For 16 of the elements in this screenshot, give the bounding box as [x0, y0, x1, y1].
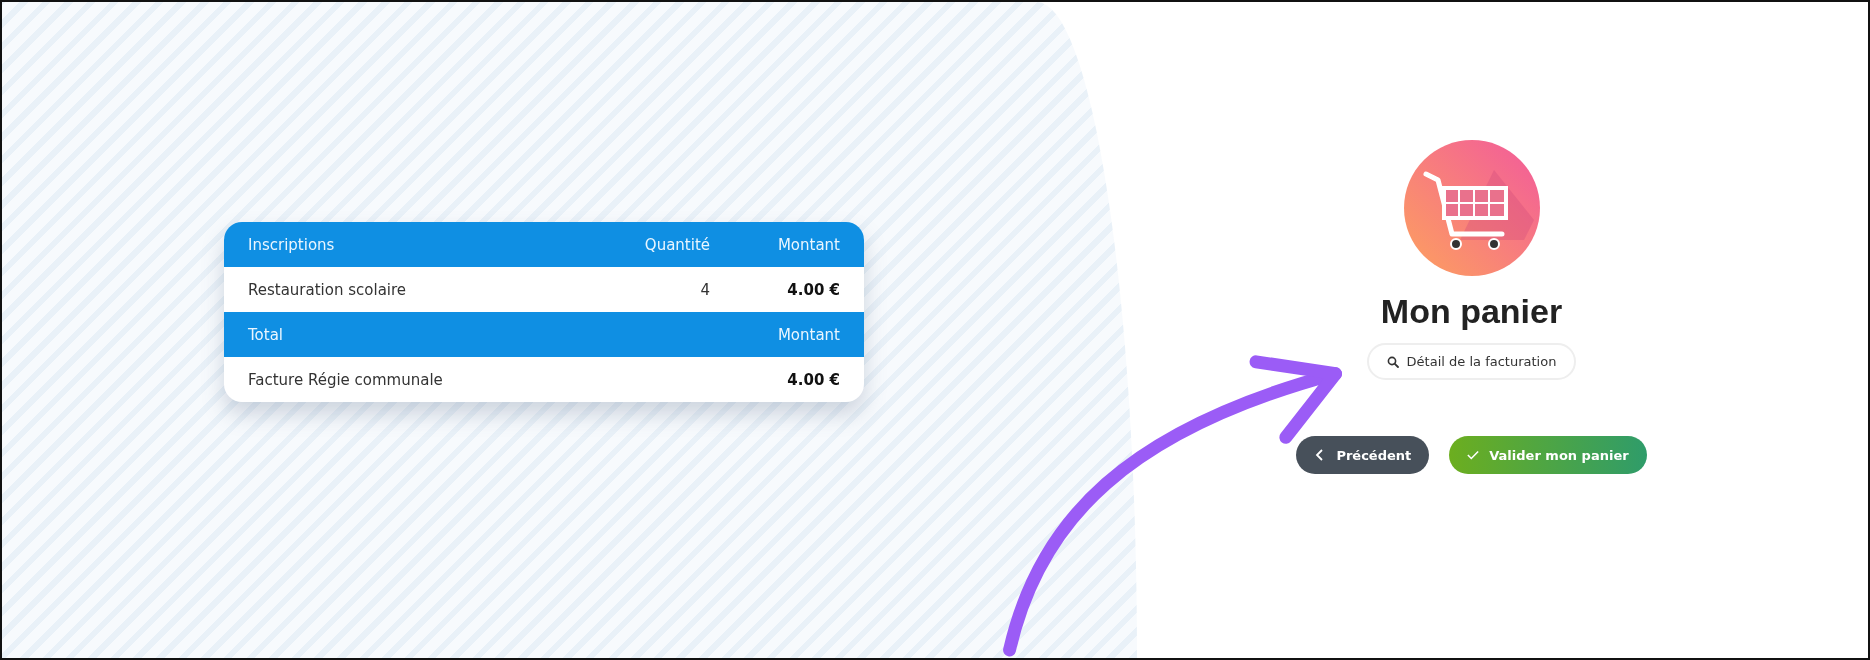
checkmark-icon: [1467, 449, 1480, 461]
table-cell-text: 4.00 €: [786, 370, 840, 389]
shopping-cart-icon: [1403, 140, 1540, 276]
table-cell-text: Restauration scolaire: [248, 280, 408, 299]
table-cell-text: Facture Régie communale: [248, 370, 444, 389]
column-header: Total: [248, 325, 285, 344]
table-cell-text: 4.00 €: [786, 280, 840, 299]
billing-detail-button[interactable]: Détail de la facturation: [1366, 343, 1577, 380]
column-header: Montant: [776, 235, 840, 254]
cart-title: Mon panier: [1380, 292, 1563, 331]
column-header: Inscriptions: [248, 235, 336, 254]
previous-button[interactable]: Précédent: [1296, 436, 1430, 474]
column-header: Montant: [776, 325, 840, 344]
column-header: Quantité: [643, 235, 710, 254]
table-cell-text: 4: [699, 280, 710, 299]
search-icon: [1386, 355, 1399, 368]
